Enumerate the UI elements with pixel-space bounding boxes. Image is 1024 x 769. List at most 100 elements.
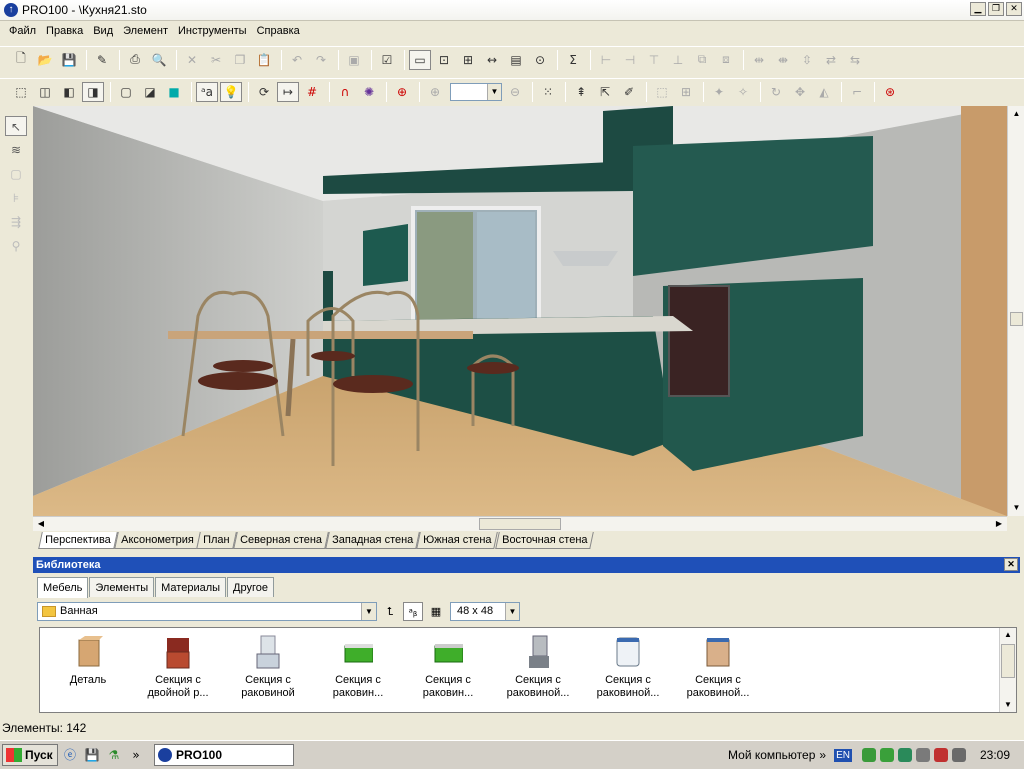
corner-icon[interactable]: ⌐ [846,82,868,102]
print-preview-icon[interactable]: 🔍 [148,50,170,70]
zoom-window-icon[interactable]: ⊡ [433,50,455,70]
zoom-in-icon[interactable]: ⊕ [424,82,446,102]
new-icon[interactable]: 🗋 [10,50,32,70]
copy-icon[interactable]: ❐ [229,50,251,70]
library-item[interactable]: Секция с раковиной... [678,634,758,700]
chevron-down-icon[interactable]: ▼ [361,602,376,620]
library-item[interactable]: Секция с раковиной [228,634,308,700]
delete-icon[interactable]: ✕ [181,50,203,70]
menu-tools[interactable]: Инструменты [173,25,252,37]
minimize-button[interactable]: ▁ [970,2,986,16]
box-icon[interactable]: ▢ [5,164,27,184]
transform-1-icon[interactable]: ⬚ [651,82,673,102]
hscroll-thumb[interactable] [479,518,561,530]
zoom-combo[interactable]: ▼ [450,82,502,101]
open-icon[interactable]: 📂 [34,50,56,70]
rotate-icon[interactable]: ⟳ [253,82,275,102]
distribute-4-icon[interactable]: ⇄ [820,50,842,70]
cut-icon[interactable]: ✂ [205,50,227,70]
scroll-right-icon[interactable]: ▶ [991,517,1007,531]
textured-icon[interactable]: ◨ [82,81,104,102]
pointer-icon[interactable]: ↖ [5,116,27,136]
distribute-2-icon[interactable]: ⇼ [772,50,794,70]
rotate-x-icon[interactable]: ✦ [708,82,730,102]
library-item[interactable]: Секция с раковиной... [588,634,668,700]
library-scrollbar[interactable]: ▲ ▼ [999,628,1016,712]
scroll-up-icon[interactable]: ▲ [1008,106,1024,122]
width-icon[interactable]: ↔ [481,50,503,70]
menu-file[interactable]: Файл [4,25,41,37]
icon-size-select[interactable]: 48 x 48 ▼ [450,601,520,621]
mirror-icon[interactable]: ◭ [813,82,835,102]
select-area-icon[interactable]: ⁙ [537,82,559,102]
viewport-vertical-scrollbar[interactable]: ▲ ▼ [1007,106,1024,516]
tab-plan[interactable]: План [196,532,237,549]
grid-icon[interactable]: # [301,82,323,102]
dimensions-icon[interactable]: ⊞ [457,50,479,70]
edit-icon[interactable]: ✐ [618,82,640,102]
tab-other[interactable]: Другое [227,577,274,597]
align-1-icon[interactable]: ⊢ [595,50,617,70]
properties-icon[interactable]: ✎ [91,50,113,70]
tab-east-wall[interactable]: Восточная стена [494,532,594,549]
window-icon[interactable]: ▭ [409,49,431,70]
align-6-icon[interactable]: ⧈ [715,50,737,70]
scroll-up-icon[interactable]: ▲ [1000,628,1016,642]
menu-edit[interactable]: Правка [41,25,88,37]
tab-axonometry[interactable]: Аксонометрия [113,532,201,549]
distribute-1-icon[interactable]: ⇹ [748,50,770,70]
tab-furniture[interactable]: Мебель [37,577,89,598]
start-button[interactable]: Пуск [2,744,58,766]
library-scroll-thumb[interactable] [1001,644,1015,678]
library-item[interactable]: Секция с раковиной... [498,634,578,700]
redo-icon[interactable]: ↷ [310,50,332,70]
solid-icon[interactable]: ◧ [58,82,80,102]
box-icon[interactable]: ◫ [34,82,56,102]
update-icon[interactable] [879,748,894,762]
chevron-down-icon[interactable]: ▼ [487,83,501,100]
library-item[interactable]: Секция с раковин... [318,634,398,700]
distribute-5-icon[interactable]: ⇆ [844,50,866,70]
scroll-down-icon[interactable]: ▼ [1000,698,1016,712]
align-2-icon[interactable]: ⊣ [619,50,641,70]
undo-icon[interactable]: ↶ [286,50,308,70]
rotate-z-icon[interactable]: ↻ [765,82,787,102]
chevron-right-icon[interactable]: » [126,745,146,765]
language-indicator[interactable]: EN [834,748,852,762]
taskbar-app-pro100[interactable]: PRO100 [154,744,294,766]
zoom-out-icon[interactable]: ⊖ [504,82,526,102]
messenger-icon[interactable] [897,748,912,762]
maximize-button[interactable]: ❐ [988,2,1004,16]
app-shortcut-icon[interactable]: ⚗ [104,745,124,765]
tab-west-wall[interactable]: Западная стена [325,532,420,549]
library-item[interactable]: Секция с двойной р... [138,634,218,700]
folder-select[interactable]: Ванная ▼ [37,601,377,621]
my-computer-label[interactable]: Мой компьютер [728,748,815,762]
large-icons-view-icon[interactable]: ᵃᵦ [403,601,423,621]
front-icon[interactable]: ▢ [115,82,137,102]
dimension-icon[interactable]: ⊧ [5,188,27,208]
arrow-move-icon[interactable]: ⇱ [594,82,616,102]
tab-south-wall[interactable]: Южная стена [416,532,499,549]
sum-icon[interactable]: Σ [562,50,584,70]
move-up-icon[interactable]: ⇞ [570,82,592,102]
align-5-icon[interactable]: ⧉ [691,50,713,70]
distribute-3-icon[interactable]: ⇳ [796,50,818,70]
list-view-icon[interactable]: ▦ [426,602,446,621]
color-cube-icon[interactable]: ■ [163,82,185,102]
save-icon[interactable]: 💾 [58,50,80,70]
library-close-button[interactable]: ✕ [1004,558,1018,571]
align-3-icon[interactable]: ⊤ [643,50,665,70]
target-icon[interactable]: ⊕ [391,82,413,102]
walls-icon[interactable]: ≋ [5,140,27,160]
tab-materials[interactable]: Материалы [155,577,227,597]
move-icon[interactable]: ✥ [789,82,811,102]
volume-icon[interactable] [915,748,930,762]
viewport-horizontal-scrollbar[interactable]: ◀ ▶ [33,516,1007,531]
tab-perspective[interactable]: Перспектива [38,532,118,549]
close-button[interactable]: ✕ [1006,2,1022,16]
rotate-y-icon[interactable]: ✧ [732,82,754,102]
menu-element[interactable]: Элемент [118,25,173,37]
menu-view[interactable]: Вид [88,25,118,37]
ie-icon[interactable]: ⓔ [60,745,80,765]
